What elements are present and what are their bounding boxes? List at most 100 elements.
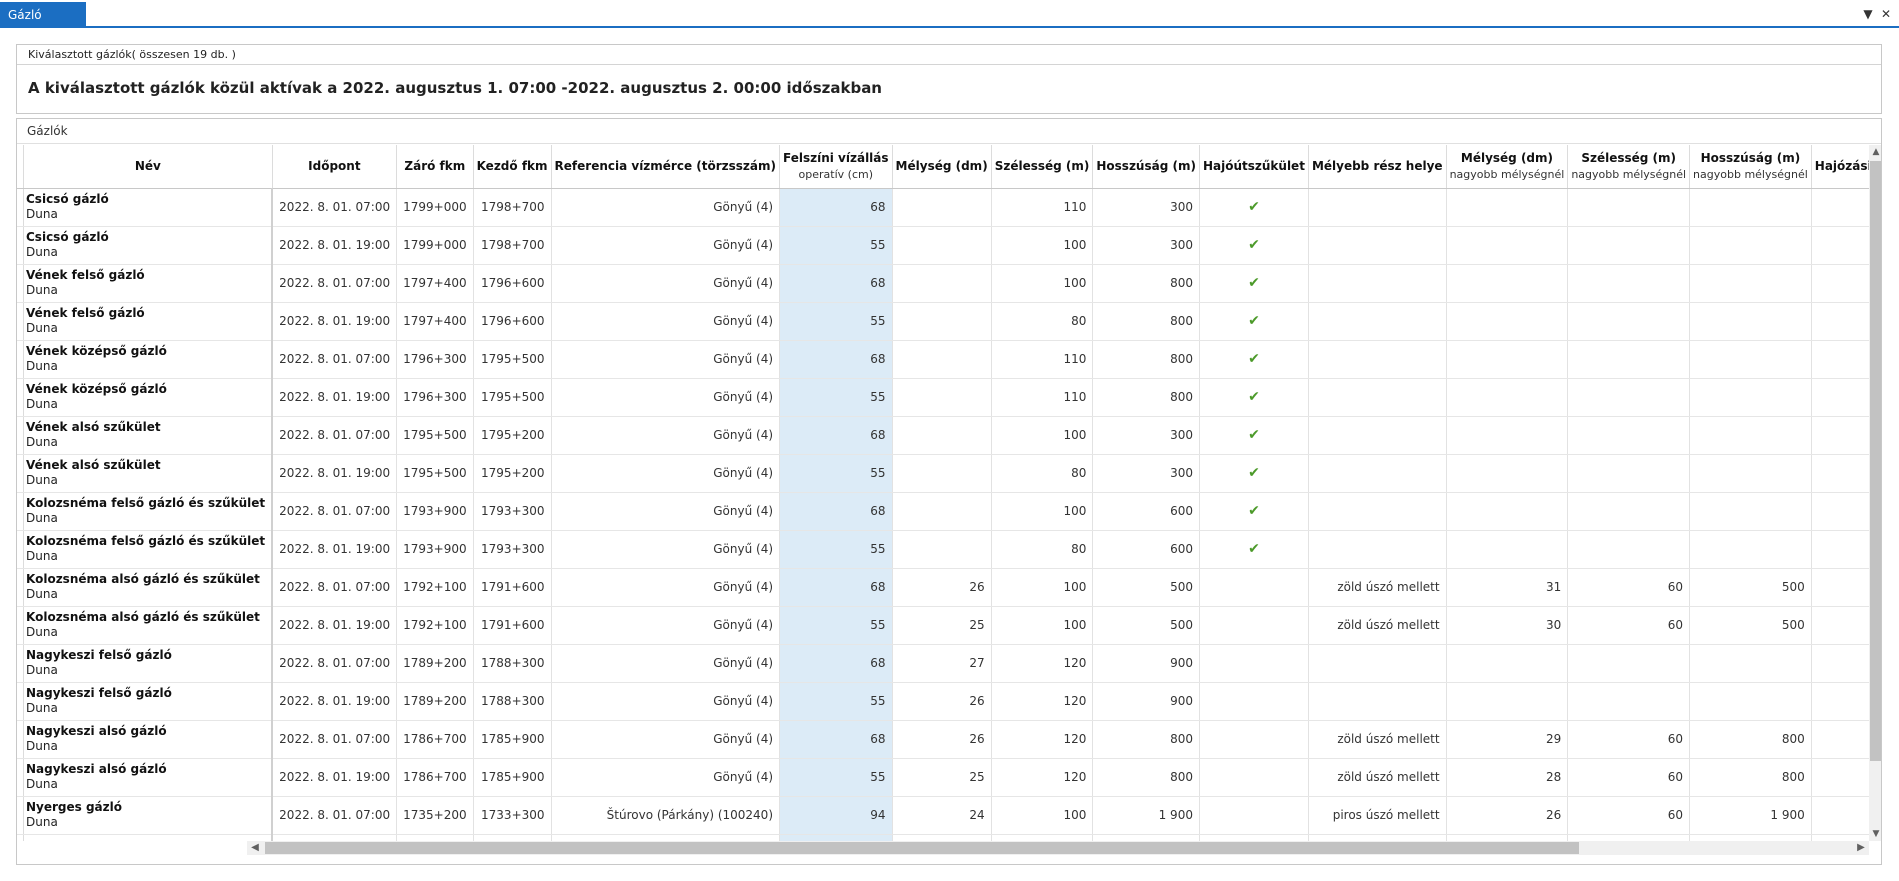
tab-gazlo-adatok[interactable]: Gázló adatok	[0, 2, 86, 48]
cell-name[interactable]: Nagykeszi felső gázló Duna	[23, 682, 274, 721]
cell-deeper-length[interactable]	[1689, 188, 1812, 227]
cell-navigation[interactable]	[1811, 226, 1869, 265]
cell-deeper-depth[interactable]	[1446, 644, 1569, 683]
cell-start-fkm[interactable]: 1795+200	[473, 454, 552, 493]
table-row[interactable]: Kolozsnéma alsó gázló és szűkület Duna 202…	[17, 606, 1869, 645]
cell-deeper-length[interactable]: 800	[1689, 758, 1812, 797]
cell-deeper-width[interactable]	[1567, 340, 1691, 379]
cell-deeper-width[interactable]: 60	[1567, 720, 1691, 759]
cell-time[interactable]: 2022. 8. 01. 07:00	[272, 492, 398, 531]
table-row[interactable]: Vének alsó szűkület Duna 2022. 8. 01. 07:0…	[17, 416, 1869, 455]
cell-time[interactable]: 2022. 8. 01. 19:00	[272, 530, 398, 569]
close-icon[interactable]: ✕	[1878, 6, 1894, 22]
cell-deeper-depth[interactable]	[1446, 378, 1569, 417]
cell-deeper-length[interactable]	[1689, 378, 1812, 417]
cell-depth[interactable]	[892, 416, 992, 455]
cell-deeper-depth[interactable]	[1446, 302, 1569, 341]
cell-name[interactable]: Csicsó gázló Duna	[23, 188, 274, 227]
cell-deeper-length[interactable]	[1689, 454, 1812, 493]
cell-deeper-location[interactable]	[1308, 302, 1447, 341]
cell-length[interactable]: 300	[1092, 416, 1200, 455]
cell-end-fkm[interactable]: 1793+900	[396, 530, 474, 569]
cell-length[interactable]: 900	[1092, 644, 1200, 683]
cell-narrowing[interactable]: ✔	[1199, 226, 1309, 265]
cell-deeper-location[interactable]	[1308, 226, 1447, 265]
cell-end-fkm[interactable]: 1793+900	[396, 492, 474, 531]
cell-deeper-location[interactable]: zöld úszó mellett	[1308, 568, 1447, 607]
cell-deeper-depth[interactable]: 26	[1446, 796, 1569, 835]
cell-width[interactable]: 100	[991, 226, 1094, 265]
table-row[interactable]: Nyerges gázló Duna 2022. 8. 01. 07:00 1735+…	[17, 796, 1869, 835]
cell-deeper-length[interactable]	[1689, 264, 1812, 303]
column-header[interactable]: Mélység (dm) nagyobb mélységnél	[1446, 145, 1569, 189]
cell-depth[interactable]	[892, 492, 992, 531]
cell-length[interactable]	[1092, 834, 1200, 841]
cell-reference-gauge[interactable]: Gönyű (4)	[551, 606, 781, 645]
cell-time[interactable]: 2022. 8. 01. 19:00	[272, 606, 398, 645]
column-header[interactable]: Referencia vízmérce (törzsszám)	[551, 145, 781, 189]
cell-width[interactable]: 100	[991, 416, 1094, 455]
cell-water-level[interactable]: 55	[779, 302, 893, 341]
scroll-left-icon[interactable]: ◀	[247, 841, 263, 855]
cell-navigation[interactable]	[1811, 416, 1869, 455]
chevron-down-icon[interactable]: ▼	[1860, 6, 1876, 22]
cell-narrowing[interactable]: ✔	[1199, 454, 1309, 493]
cell-water-level[interactable]: 68	[779, 188, 893, 227]
cell-narrowing[interactable]: ✔	[1199, 302, 1309, 341]
cell-deeper-width[interactable]	[1567, 378, 1691, 417]
cell-deeper-length[interactable]	[1689, 492, 1812, 531]
cell-name[interactable]: Vének felső gázló Duna	[23, 264, 274, 303]
cell-start-fkm[interactable]: 1798+700	[473, 226, 552, 265]
cell-deeper-depth[interactable]	[1446, 226, 1569, 265]
cell-start-fkm[interactable]: 1796+600	[473, 264, 552, 303]
column-header[interactable]: Hosszúság (m)	[1092, 145, 1200, 189]
cell-deeper-depth[interactable]: 29	[1446, 720, 1569, 759]
cell-deeper-location[interactable]	[1308, 834, 1447, 841]
cell-narrowing[interactable]	[1199, 796, 1309, 835]
cell-depth[interactable]: 27	[892, 644, 992, 683]
cell-water-level[interactable]: 68	[779, 720, 893, 759]
cell-end-fkm[interactable]: 1799+000	[396, 188, 474, 227]
cell-length[interactable]: 800	[1092, 340, 1200, 379]
cell-depth[interactable]: 24	[892, 796, 992, 835]
cell-deeper-location[interactable]: zöld úszó mellett	[1308, 720, 1447, 759]
cell-width[interactable]: 120	[991, 682, 1094, 721]
cell-navigation[interactable]	[1811, 606, 1869, 645]
cell-depth[interactable]: 26	[892, 720, 992, 759]
cell-water-level[interactable]: 55	[779, 226, 893, 265]
cell-navigation[interactable]	[1811, 758, 1869, 797]
cell-water-level[interactable]: 55	[779, 454, 893, 493]
cell-narrowing[interactable]	[1199, 682, 1309, 721]
cell-start-fkm[interactable]: 1733+300	[473, 796, 552, 835]
cell-narrowing[interactable]: ✔	[1199, 340, 1309, 379]
cell-name[interactable]: Kolozsnéma felső gázló és szűkület Duna	[23, 492, 274, 531]
cell-narrowing[interactable]: ✔	[1199, 188, 1309, 227]
cell-deeper-width[interactable]	[1567, 416, 1691, 455]
column-header[interactable]: Szélesség (m) nagyobb mélységnél	[1567, 145, 1691, 189]
cell-deeper-depth[interactable]	[1446, 834, 1569, 841]
cell-deeper-width[interactable]	[1567, 644, 1691, 683]
scroll-up-icon[interactable]: ▲	[1869, 145, 1881, 159]
cell-deeper-depth[interactable]	[1446, 682, 1569, 721]
cell-deeper-length[interactable]	[1689, 302, 1812, 341]
horizontal-scroll-thumb[interactable]	[265, 842, 1579, 854]
cell-width[interactable]	[991, 834, 1094, 841]
cell-reference-gauge[interactable]: Gönyű (4)	[551, 416, 781, 455]
cell-depth[interactable]	[892, 834, 992, 841]
cell-deeper-width[interactable]: 60	[1567, 606, 1691, 645]
cell-length[interactable]: 300	[1092, 226, 1200, 265]
cell-deeper-location[interactable]	[1308, 530, 1447, 569]
cell-deeper-location[interactable]	[1308, 378, 1447, 417]
cell-deeper-width[interactable]	[1567, 454, 1691, 493]
cell-start-fkm[interactable]: 1795+500	[473, 378, 552, 417]
cell-narrowing[interactable]	[1199, 758, 1309, 797]
cell-reference-gauge[interactable]: Štúrovo (Párkány) (100240)	[551, 796, 781, 835]
cell-depth[interactable]	[892, 226, 992, 265]
cell-width[interactable]: 120	[991, 758, 1094, 797]
cell-length[interactable]: 800	[1092, 720, 1200, 759]
cell-water-level[interactable]: 68	[779, 340, 893, 379]
cell-navigation[interactable]	[1811, 340, 1869, 379]
cell-time[interactable]: 2022. 8. 01. 07:00	[272, 416, 398, 455]
cell-start-fkm[interactable]: 1793+300	[473, 530, 552, 569]
cell-end-fkm[interactable]: 1796+300	[396, 340, 474, 379]
